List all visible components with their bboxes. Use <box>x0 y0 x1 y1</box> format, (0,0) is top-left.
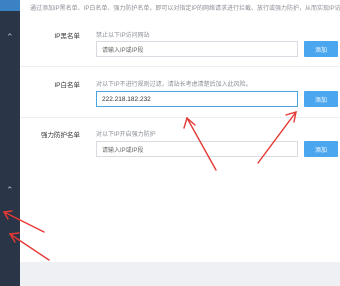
annotation-arrows <box>2 110 297 261</box>
annotation-arrow <box>3 211 45 233</box>
annotation-arrow <box>9 233 50 261</box>
annotation-arrow <box>257 111 297 164</box>
annotation-arrow <box>186 117 217 171</box>
